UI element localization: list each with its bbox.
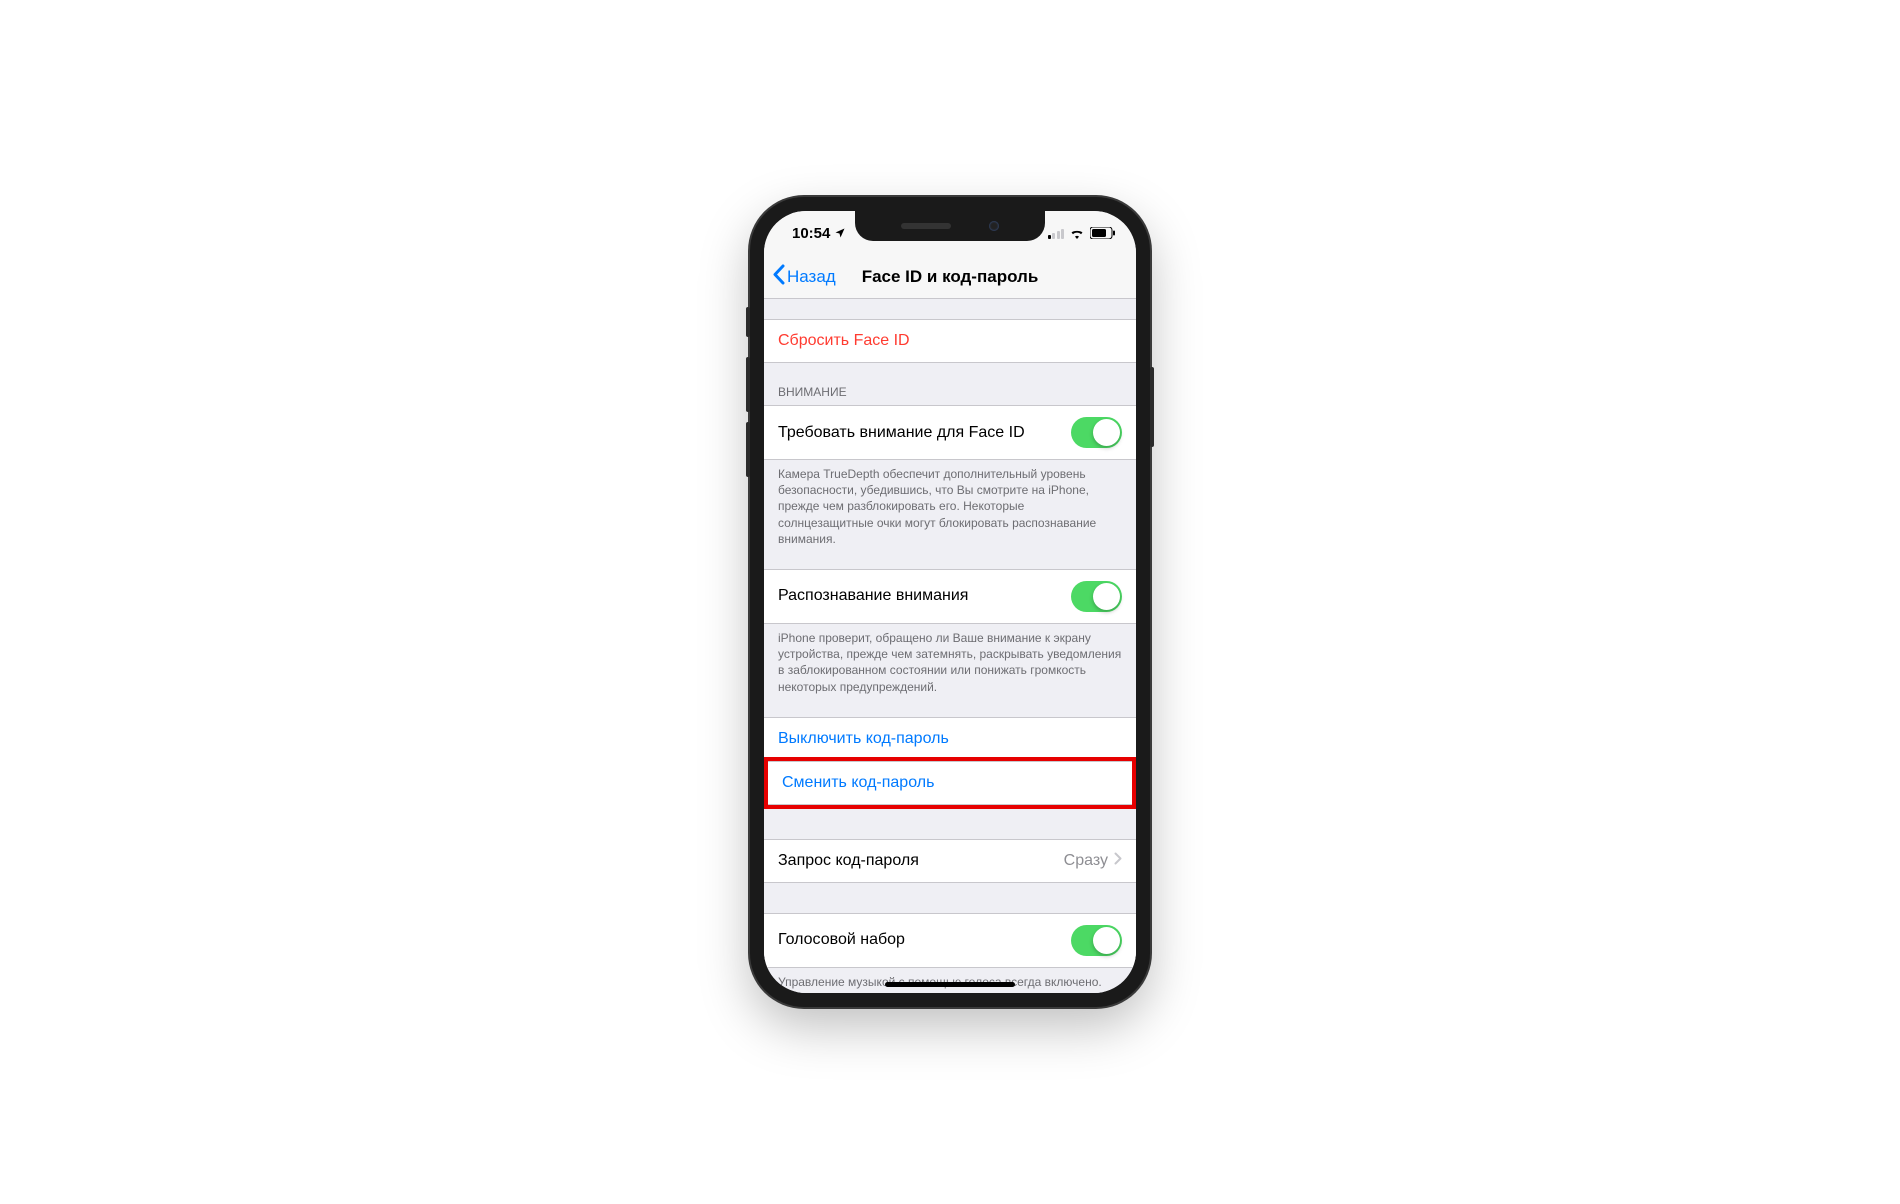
volume-up-button bbox=[746, 357, 750, 412]
location-icon bbox=[834, 227, 846, 239]
front-camera bbox=[989, 221, 999, 231]
notch bbox=[855, 211, 1045, 241]
volume-down-button bbox=[746, 422, 750, 477]
nav-bar: Назад Face ID и код-пароль bbox=[764, 255, 1136, 299]
power-button bbox=[1150, 367, 1154, 447]
back-button[interactable]: Назад bbox=[772, 264, 836, 290]
reset-face-id-label: Сбросить Face ID bbox=[778, 332, 1122, 350]
chevron-right-icon bbox=[1114, 852, 1122, 870]
attention-aware-switch[interactable] bbox=[1071, 581, 1122, 612]
voice-dial-label: Голосовой набор bbox=[778, 931, 1071, 949]
settings-content[interactable]: Сбросить Face ID ВНИМАНИЕ Требовать вним… bbox=[764, 299, 1136, 993]
screen: 10:54 bbox=[764, 211, 1136, 993]
highlight-change-passcode: Сменить код-пароль bbox=[764, 757, 1136, 809]
chevron-left-icon bbox=[772, 264, 785, 290]
require-passcode-value: Сразу bbox=[1064, 852, 1108, 870]
change-passcode-cell[interactable]: Сменить код-пароль bbox=[768, 761, 1132, 805]
change-passcode-label: Сменить код-пароль bbox=[782, 774, 1118, 792]
attention-aware-label: Распознавание внимания bbox=[778, 587, 1071, 605]
cellular-signal-icon bbox=[1048, 228, 1065, 239]
require-passcode-label: Запрос код-пароля bbox=[778, 852, 1064, 870]
require-attention-cell[interactable]: Требовать внимание для Face ID bbox=[764, 405, 1136, 460]
require-attention-label: Требовать внимание для Face ID bbox=[778, 424, 1071, 442]
phone-frame: 10:54 bbox=[750, 197, 1150, 1007]
attention-aware-cell[interactable]: Распознавание внимания bbox=[764, 569, 1136, 624]
back-label: Назад bbox=[787, 267, 836, 287]
require-passcode-cell[interactable]: Запрос код-пароля Сразу bbox=[764, 839, 1136, 883]
require-attention-footer: Камера TrueDepth обеспечит дополнительны… bbox=[764, 460, 1136, 555]
turn-off-passcode-label: Выключить код-пароль bbox=[778, 730, 1122, 748]
home-indicator[interactable] bbox=[885, 982, 1015, 987]
voice-dial-switch[interactable] bbox=[1071, 925, 1122, 956]
mute-switch bbox=[746, 307, 750, 337]
turn-off-passcode-cell[interactable]: Выключить код-пароль bbox=[764, 717, 1136, 761]
voice-dial-cell[interactable]: Голосовой набор bbox=[764, 913, 1136, 968]
require-attention-switch[interactable] bbox=[1071, 417, 1122, 448]
battery-icon bbox=[1090, 227, 1116, 239]
attention-aware-footer: iPhone проверит, обращено ли Ваше вниман… bbox=[764, 624, 1136, 703]
reset-face-id-cell[interactable]: Сбросить Face ID bbox=[764, 319, 1136, 363]
attention-section-header: ВНИМАНИЕ bbox=[764, 363, 1136, 405]
status-time: 10:54 bbox=[792, 225, 830, 242]
speaker-grille bbox=[901, 223, 951, 229]
wifi-icon bbox=[1069, 227, 1085, 239]
